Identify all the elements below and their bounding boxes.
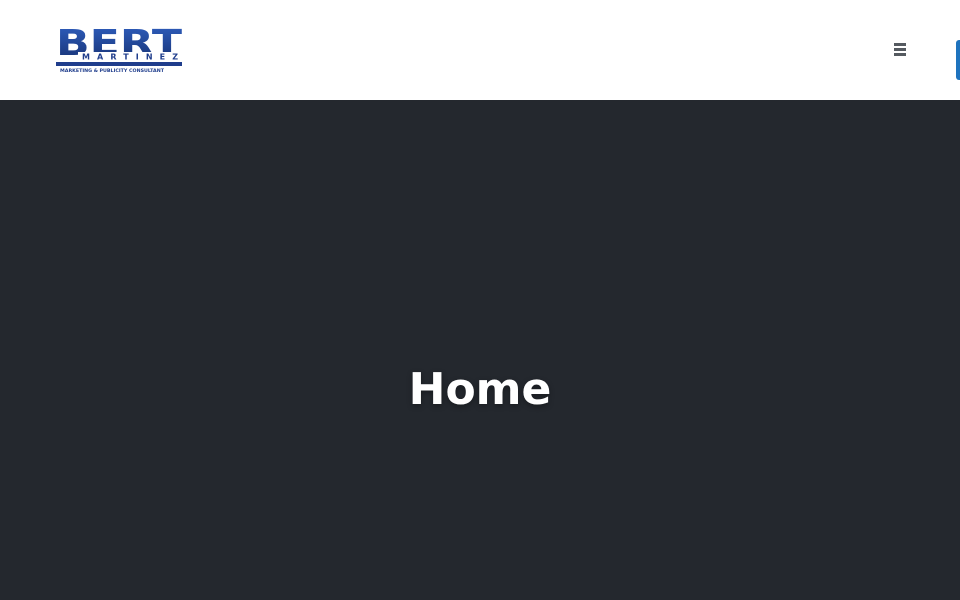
page-title: Home <box>408 364 552 415</box>
hamburger-menu-icon[interactable] <box>890 40 910 60</box>
logo-image: BERT MARTINEZ MARKETING & PUBLICITY CONS… <box>56 24 183 73</box>
side-panel-tab[interactable] <box>956 40 960 80</box>
logo-tagline: MARKETING & PUBLICITY CONSULTANT <box>60 68 164 73</box>
site-logo[interactable]: BERT MARTINEZ MARKETING & PUBLICITY CONS… <box>56 24 186 76</box>
hero-section: Home <box>0 100 960 600</box>
site-header: BERT MARTINEZ MARKETING & PUBLICITY CONS… <box>0 0 960 100</box>
